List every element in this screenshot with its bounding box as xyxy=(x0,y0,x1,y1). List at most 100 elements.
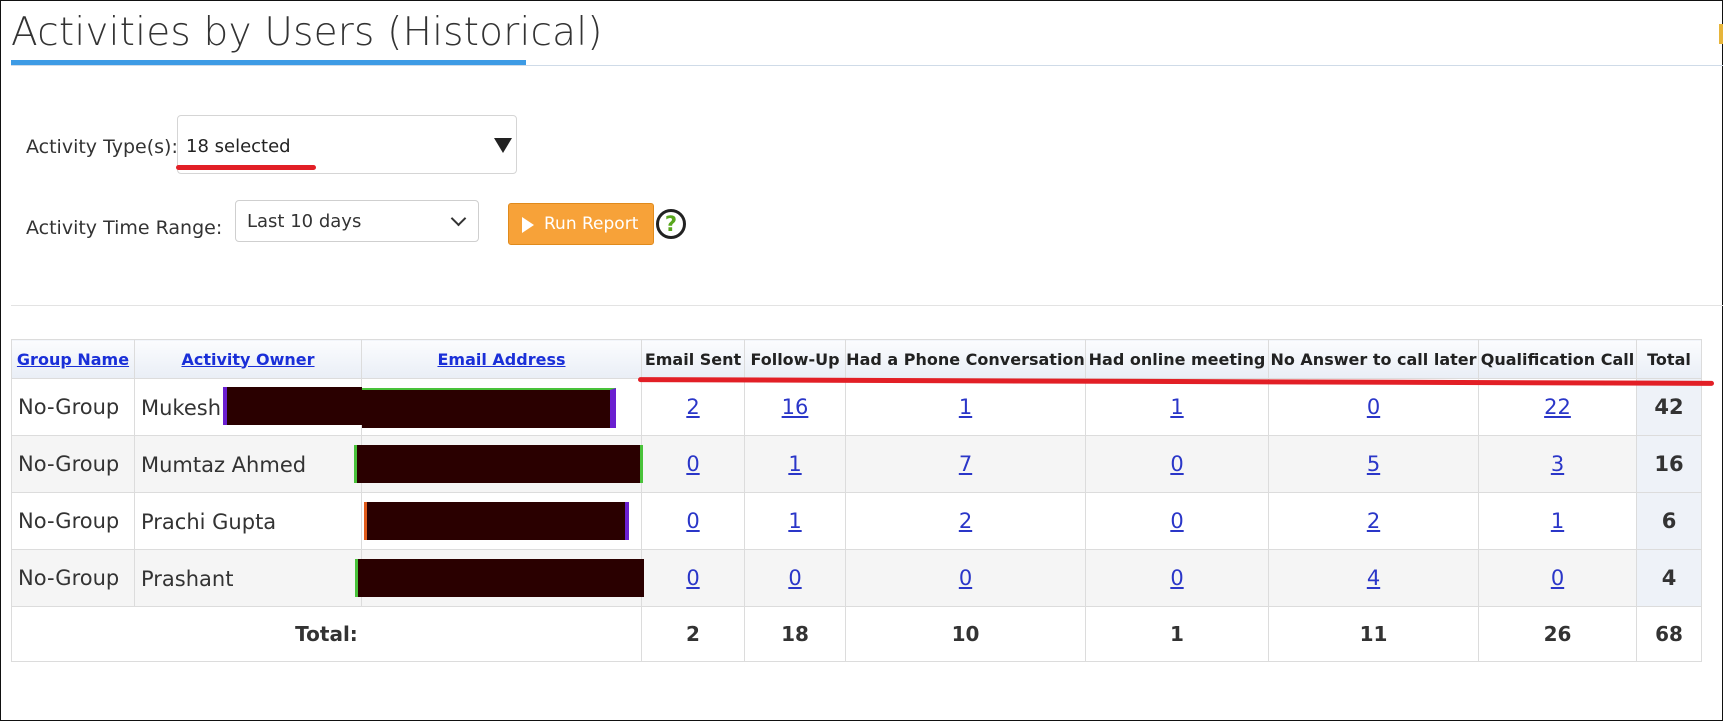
count-link[interactable]: 0 xyxy=(1170,452,1183,476)
run-report-label: Run Report xyxy=(544,214,639,234)
count-link[interactable]: 0 xyxy=(1170,509,1183,533)
col-header-group-name[interactable]: Group Name xyxy=(11,339,135,379)
total-follow-up: 18 xyxy=(744,606,846,662)
total-email-sent: 2 xyxy=(641,606,745,662)
cell-no-answer[interactable]: 0 xyxy=(1268,378,1479,436)
title-rule xyxy=(11,65,1723,66)
cell-phone[interactable]: 2 xyxy=(845,492,1086,550)
cell-group: No-Group xyxy=(11,435,135,493)
redaction-block xyxy=(354,445,643,483)
count-link[interactable]: 3 xyxy=(1551,452,1564,476)
cell-no-answer[interactable]: 2 xyxy=(1268,492,1479,550)
cell-meeting[interactable]: 0 xyxy=(1085,549,1269,607)
owner-name: Mukesh xyxy=(141,395,222,420)
cell-group: No-Group xyxy=(11,492,135,550)
cell-meeting[interactable]: 0 xyxy=(1085,435,1269,493)
sort-link-activity-owner[interactable]: Activity Owner xyxy=(181,350,314,369)
cell-email xyxy=(361,378,642,436)
count-link[interactable]: 0 xyxy=(686,566,699,590)
count-link[interactable]: 0 xyxy=(686,452,699,476)
col-header-qualification-call: Qualification Call xyxy=(1478,339,1637,379)
count-link[interactable]: 7 xyxy=(959,452,972,476)
cell-phone[interactable]: 7 xyxy=(845,435,1086,493)
cell-email-sent[interactable]: 0 xyxy=(641,549,745,607)
cell-qualification[interactable]: 1 xyxy=(1478,492,1637,550)
play-icon xyxy=(522,217,534,233)
cell-phone[interactable]: 1 xyxy=(845,378,1086,436)
count-link[interactable]: 1 xyxy=(1551,509,1564,533)
owner-name: Prachi Gupta xyxy=(141,509,277,534)
count-link[interactable]: 5 xyxy=(1367,452,1380,476)
section-divider xyxy=(11,305,1723,306)
cell-qualification[interactable]: 0 xyxy=(1478,549,1637,607)
run-report-button[interactable]: Run Report xyxy=(508,203,654,245)
total-qualification: 26 xyxy=(1478,606,1637,662)
cell-follow-up[interactable]: 1 xyxy=(744,492,846,550)
col-header-email-sent: Email Sent xyxy=(641,339,745,379)
owner-name: Prashant xyxy=(141,566,234,591)
activity-types-value: 18 selected xyxy=(186,136,291,157)
cell-qualification[interactable]: 3 xyxy=(1478,435,1637,493)
annotation-underline xyxy=(176,165,316,170)
col-header-email-address[interactable]: Email Address xyxy=(361,339,642,379)
cell-follow-up[interactable]: 16 xyxy=(744,378,846,436)
time-range-label: Activity Time Range: xyxy=(26,217,223,239)
sort-link-email-address[interactable]: Email Address xyxy=(437,350,565,369)
cell-meeting[interactable]: 1 xyxy=(1085,378,1269,436)
cell-no-answer[interactable]: 5 xyxy=(1268,435,1479,493)
cell-group: No-Group xyxy=(11,549,135,607)
cell-qualification[interactable]: 22 xyxy=(1478,378,1637,436)
col-header-phone-conversation: Had a Phone Conversation xyxy=(845,339,1086,379)
cell-owner: Prachi Gupta xyxy=(134,492,362,550)
count-link[interactable]: 1 xyxy=(959,395,972,419)
activity-types-label: Activity Type(s): xyxy=(26,136,178,158)
cell-email xyxy=(354,435,643,493)
redaction-block xyxy=(223,387,363,425)
count-link[interactable]: 0 xyxy=(788,566,801,590)
count-link[interactable]: 2 xyxy=(686,395,699,419)
cell-email-sent[interactable]: 0 xyxy=(641,435,745,493)
totals-row: Total: 2 18 10 1 11 26 68 xyxy=(11,606,1702,662)
count-link[interactable]: 4 xyxy=(1367,566,1380,590)
cell-email-sent[interactable]: 2 xyxy=(641,378,745,436)
count-link[interactable]: 0 xyxy=(1170,566,1183,590)
count-link[interactable]: 2 xyxy=(1367,509,1380,533)
cell-group: No-Group xyxy=(11,378,135,436)
table-row: No-Group Prashant 0 0 0 0 4 0 4 xyxy=(11,549,1702,607)
col-header-follow-up: Follow-Up xyxy=(744,339,846,379)
count-link[interactable]: 0 xyxy=(1367,395,1380,419)
cell-no-answer[interactable]: 4 xyxy=(1268,549,1479,607)
cell-email xyxy=(355,549,644,607)
count-link[interactable]: 1 xyxy=(1170,395,1183,419)
cell-phone[interactable]: 0 xyxy=(845,549,1086,607)
col-header-total: Total xyxy=(1636,339,1702,379)
cell-total: 4 xyxy=(1636,549,1702,607)
chevron-down-icon xyxy=(450,210,467,227)
page-title: Activities by Users (Historical) xyxy=(11,10,603,55)
count-link[interactable]: 22 xyxy=(1544,395,1571,419)
cell-meeting[interactable]: 0 xyxy=(1085,492,1269,550)
time-range-value: Last 10 days xyxy=(247,211,362,232)
count-link[interactable]: 1 xyxy=(788,509,801,533)
count-link[interactable]: 1 xyxy=(788,452,801,476)
cell-email-sent[interactable]: 0 xyxy=(641,492,745,550)
count-link[interactable]: 0 xyxy=(959,566,972,590)
table-row: No-Group Mumtaz Ahmed 0 1 7 0 5 3 16 xyxy=(11,435,1702,493)
grand-total: 68 xyxy=(1636,606,1702,662)
sort-link-group-name[interactable]: Group Name xyxy=(17,350,129,369)
caret-down-icon[interactable] xyxy=(494,138,512,153)
table-header-row: Group Name Activity Owner Email Address … xyxy=(11,339,1702,379)
cell-follow-up[interactable]: 0 xyxy=(744,549,846,607)
col-header-activity-owner[interactable]: Activity Owner xyxy=(134,339,362,379)
redaction-block xyxy=(364,502,629,540)
col-header-no-answer: No Answer to call later xyxy=(1268,339,1479,379)
count-link[interactable]: 0 xyxy=(686,509,699,533)
count-link[interactable]: 16 xyxy=(782,395,809,419)
cell-total: 16 xyxy=(1636,435,1702,493)
cell-total: 6 xyxy=(1636,492,1702,550)
count-link[interactable]: 0 xyxy=(1551,566,1564,590)
time-range-select[interactable]: Last 10 days xyxy=(235,200,479,242)
count-link[interactable]: 2 xyxy=(959,509,972,533)
help-icon[interactable]: ? xyxy=(656,209,686,239)
cell-follow-up[interactable]: 1 xyxy=(744,435,846,493)
